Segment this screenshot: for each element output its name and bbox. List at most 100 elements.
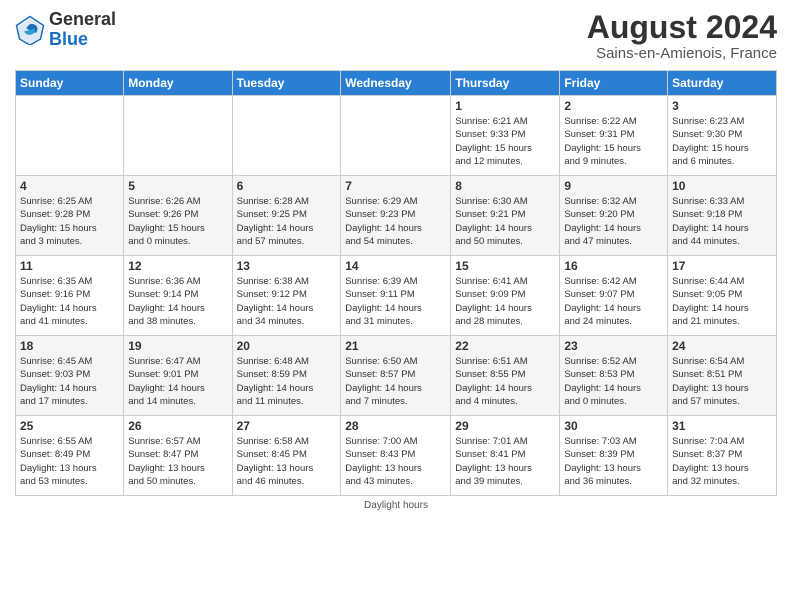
logo: General Blue xyxy=(15,10,116,50)
calendar-week-5: 25Sunrise: 6:55 AM Sunset: 8:49 PM Dayli… xyxy=(16,416,777,496)
column-header-friday: Friday xyxy=(560,71,668,96)
day-info: Sunrise: 6:33 AM Sunset: 9:18 PM Dayligh… xyxy=(672,195,772,248)
calendar-week-1: 1 Sunrise: 6:21 AM Sunset: 9:33 PM Daylig… xyxy=(16,96,777,176)
day-info: Sunrise: 6:30 AM Sunset: 9:21 PM Dayligh… xyxy=(455,195,555,248)
day-info: Sunrise: 6:48 AM Sunset: 8:59 PM Dayligh… xyxy=(237,355,337,408)
calendar-cell xyxy=(341,96,451,176)
day-number: 1 xyxy=(455,99,555,113)
column-header-wednesday: Wednesday xyxy=(341,71,451,96)
logo-icon xyxy=(15,15,45,45)
calendar-cell: 4 Sunrise: 6:25 AM Sunset: 9:28 PM Daylig… xyxy=(16,176,124,256)
calendar-cell xyxy=(232,96,341,176)
daylight-label: Daylight hours xyxy=(364,500,428,511)
calendar-cell: 25Sunrise: 6:55 AM Sunset: 8:49 PM Dayli… xyxy=(16,416,124,496)
day-info: Sunrise: 6:23 AM Sunset: 9:30 PM Dayligh… xyxy=(672,115,772,168)
calendar-cell: 8Sunrise: 6:30 AM Sunset: 9:21 PM Daylig… xyxy=(451,176,560,256)
calendar-week-3: 11 Sunrise: 6:35 AM Sunset: 9:16 PM Dayli… xyxy=(16,256,777,336)
day-info: Sunrise: 6:35 AM Sunset: 9:16 PM Dayligh… xyxy=(20,275,119,328)
calendar-cell: 13 Sunrise: 6:38 AM Sunset: 9:12 PM Dayli… xyxy=(232,256,341,336)
column-header-sunday: Sunday xyxy=(16,71,124,96)
day-info: Sunrise: 6:58 AM Sunset: 8:45 PM Dayligh… xyxy=(237,435,337,488)
day-info: Sunrise: 6:42 AM Sunset: 9:07 PM Dayligh… xyxy=(564,275,663,328)
calendar-cell: 3 Sunrise: 6:23 AM Sunset: 9:30 PM Daylig… xyxy=(668,96,777,176)
calendar-cell: 27 Sunrise: 6:58 AM Sunset: 8:45 PM Dayli… xyxy=(232,416,341,496)
calendar-cell: 14Sunrise: 6:39 AM Sunset: 9:11 PM Dayli… xyxy=(341,256,451,336)
day-info: Sunrise: 7:00 AM Sunset: 8:43 PM Dayligh… xyxy=(345,435,446,488)
day-number: 31 xyxy=(672,419,772,433)
calendar-cell: 12 Sunrise: 6:36 AM Sunset: 9:14 PM Dayli… xyxy=(124,256,232,336)
day-info: Sunrise: 6:57 AM Sunset: 8:47 PM Dayligh… xyxy=(128,435,227,488)
day-info: Sunrise: 6:54 AM Sunset: 8:51 PM Dayligh… xyxy=(672,355,772,408)
calendar-week-2: 4 Sunrise: 6:25 AM Sunset: 9:28 PM Daylig… xyxy=(16,176,777,256)
calendar-cell: 21Sunrise: 6:50 AM Sunset: 8:57 PM Dayli… xyxy=(341,336,451,416)
day-number: 4 xyxy=(20,179,119,193)
day-info: Sunrise: 6:36 AM Sunset: 9:14 PM Dayligh… xyxy=(128,275,227,328)
day-number: 27 xyxy=(237,419,337,433)
day-info: Sunrise: 6:44 AM Sunset: 9:05 PM Dayligh… xyxy=(672,275,772,328)
month-title: August 2024 xyxy=(587,10,777,45)
day-info: Sunrise: 6:51 AM Sunset: 8:55 PM Dayligh… xyxy=(455,355,555,408)
day-number: 23 xyxy=(564,339,663,353)
calendar-cell: 9 Sunrise: 6:32 AM Sunset: 9:20 PM Daylig… xyxy=(560,176,668,256)
calendar-cell: 16 Sunrise: 6:42 AM Sunset: 9:07 PM Dayli… xyxy=(560,256,668,336)
day-info: Sunrise: 6:21 AM Sunset: 9:33 PM Dayligh… xyxy=(455,115,555,168)
calendar-cell: 7 Sunrise: 6:29 AM Sunset: 9:23 PM Daylig… xyxy=(341,176,451,256)
day-number: 26 xyxy=(128,419,227,433)
day-number: 17 xyxy=(672,259,772,273)
day-number: 30 xyxy=(564,419,663,433)
calendar-week-4: 18Sunrise: 6:45 AM Sunset: 9:03 PM Dayli… xyxy=(16,336,777,416)
day-number: 21 xyxy=(345,339,446,353)
day-number: 15 xyxy=(455,259,555,273)
day-number: 19 xyxy=(128,339,227,353)
calendar-cell: 2 Sunrise: 6:22 AM Sunset: 9:31 PM Daylig… xyxy=(560,96,668,176)
day-info: Sunrise: 6:29 AM Sunset: 9:23 PM Dayligh… xyxy=(345,195,446,248)
day-number: 12 xyxy=(128,259,227,273)
day-number: 3 xyxy=(672,99,772,113)
column-header-thursday: Thursday xyxy=(451,71,560,96)
page-header: General Blue August 2024 Sains-en-Amieno… xyxy=(15,10,777,62)
day-info: Sunrise: 6:28 AM Sunset: 9:25 PM Dayligh… xyxy=(237,195,337,248)
column-header-saturday: Saturday xyxy=(668,71,777,96)
day-number: 24 xyxy=(672,339,772,353)
day-number: 22 xyxy=(455,339,555,353)
calendar-cell: 23 Sunrise: 6:52 AM Sunset: 8:53 PM Dayli… xyxy=(560,336,668,416)
calendar-cell: 19 Sunrise: 6:47 AM Sunset: 9:01 PM Dayli… xyxy=(124,336,232,416)
day-number: 13 xyxy=(237,259,337,273)
day-number: 16 xyxy=(564,259,663,273)
day-number: 10 xyxy=(672,179,772,193)
calendar-cell: 26 Sunrise: 6:57 AM Sunset: 8:47 PM Dayli… xyxy=(124,416,232,496)
calendar-cell: 20 Sunrise: 6:48 AM Sunset: 8:59 PM Dayli… xyxy=(232,336,341,416)
calendar-cell: 28Sunrise: 7:00 AM Sunset: 8:43 PM Dayli… xyxy=(341,416,451,496)
calendar-cell: 22 Sunrise: 6:51 AM Sunset: 8:55 PM Dayli… xyxy=(451,336,560,416)
day-number: 5 xyxy=(128,179,227,193)
calendar-table: SundayMondayTuesdayWednesdayThursdayFrid… xyxy=(15,70,777,496)
day-info: Sunrise: 6:38 AM Sunset: 9:12 PM Dayligh… xyxy=(237,275,337,328)
day-number: 9 xyxy=(564,179,663,193)
calendar-cell: 10 Sunrise: 6:33 AM Sunset: 9:18 PM Dayli… xyxy=(668,176,777,256)
day-info: Sunrise: 6:52 AM Sunset: 8:53 PM Dayligh… xyxy=(564,355,663,408)
calendar-cell xyxy=(124,96,232,176)
day-number: 11 xyxy=(20,259,119,273)
calendar-cell: 18Sunrise: 6:45 AM Sunset: 9:03 PM Dayli… xyxy=(16,336,124,416)
day-info: Sunrise: 6:47 AM Sunset: 9:01 PM Dayligh… xyxy=(128,355,227,408)
day-info: Sunrise: 6:32 AM Sunset: 9:20 PM Dayligh… xyxy=(564,195,663,248)
day-number: 7 xyxy=(345,179,446,193)
logo-general-text: General xyxy=(49,9,116,29)
day-number: 2 xyxy=(564,99,663,113)
calendar-cell: 29Sunrise: 7:01 AM Sunset: 8:41 PM Dayli… xyxy=(451,416,560,496)
day-info: Sunrise: 6:55 AM Sunset: 8:49 PM Dayligh… xyxy=(20,435,119,488)
day-info: Sunrise: 6:22 AM Sunset: 9:31 PM Dayligh… xyxy=(564,115,663,168)
column-header-tuesday: Tuesday xyxy=(232,71,341,96)
column-header-monday: Monday xyxy=(124,71,232,96)
calendar-cell: 24 Sunrise: 6:54 AM Sunset: 8:51 PM Dayli… xyxy=(668,336,777,416)
day-number: 20 xyxy=(237,339,337,353)
day-info: Sunrise: 7:03 AM Sunset: 8:39 PM Dayligh… xyxy=(564,435,663,488)
day-number: 6 xyxy=(237,179,337,193)
calendar-header-row: SundayMondayTuesdayWednesdayThursdayFrid… xyxy=(16,71,777,96)
day-info: Sunrise: 6:25 AM Sunset: 9:28 PM Dayligh… xyxy=(20,195,119,248)
calendar-cell: 1 Sunrise: 6:21 AM Sunset: 9:33 PM Daylig… xyxy=(451,96,560,176)
calendar-cell xyxy=(16,96,124,176)
day-info: Sunrise: 6:26 AM Sunset: 9:26 PM Dayligh… xyxy=(128,195,227,248)
calendar-cell: 31Sunrise: 7:04 AM Sunset: 8:37 PM Dayli… xyxy=(668,416,777,496)
calendar-cell: 30 Sunrise: 7:03 AM Sunset: 8:39 PM Dayli… xyxy=(560,416,668,496)
